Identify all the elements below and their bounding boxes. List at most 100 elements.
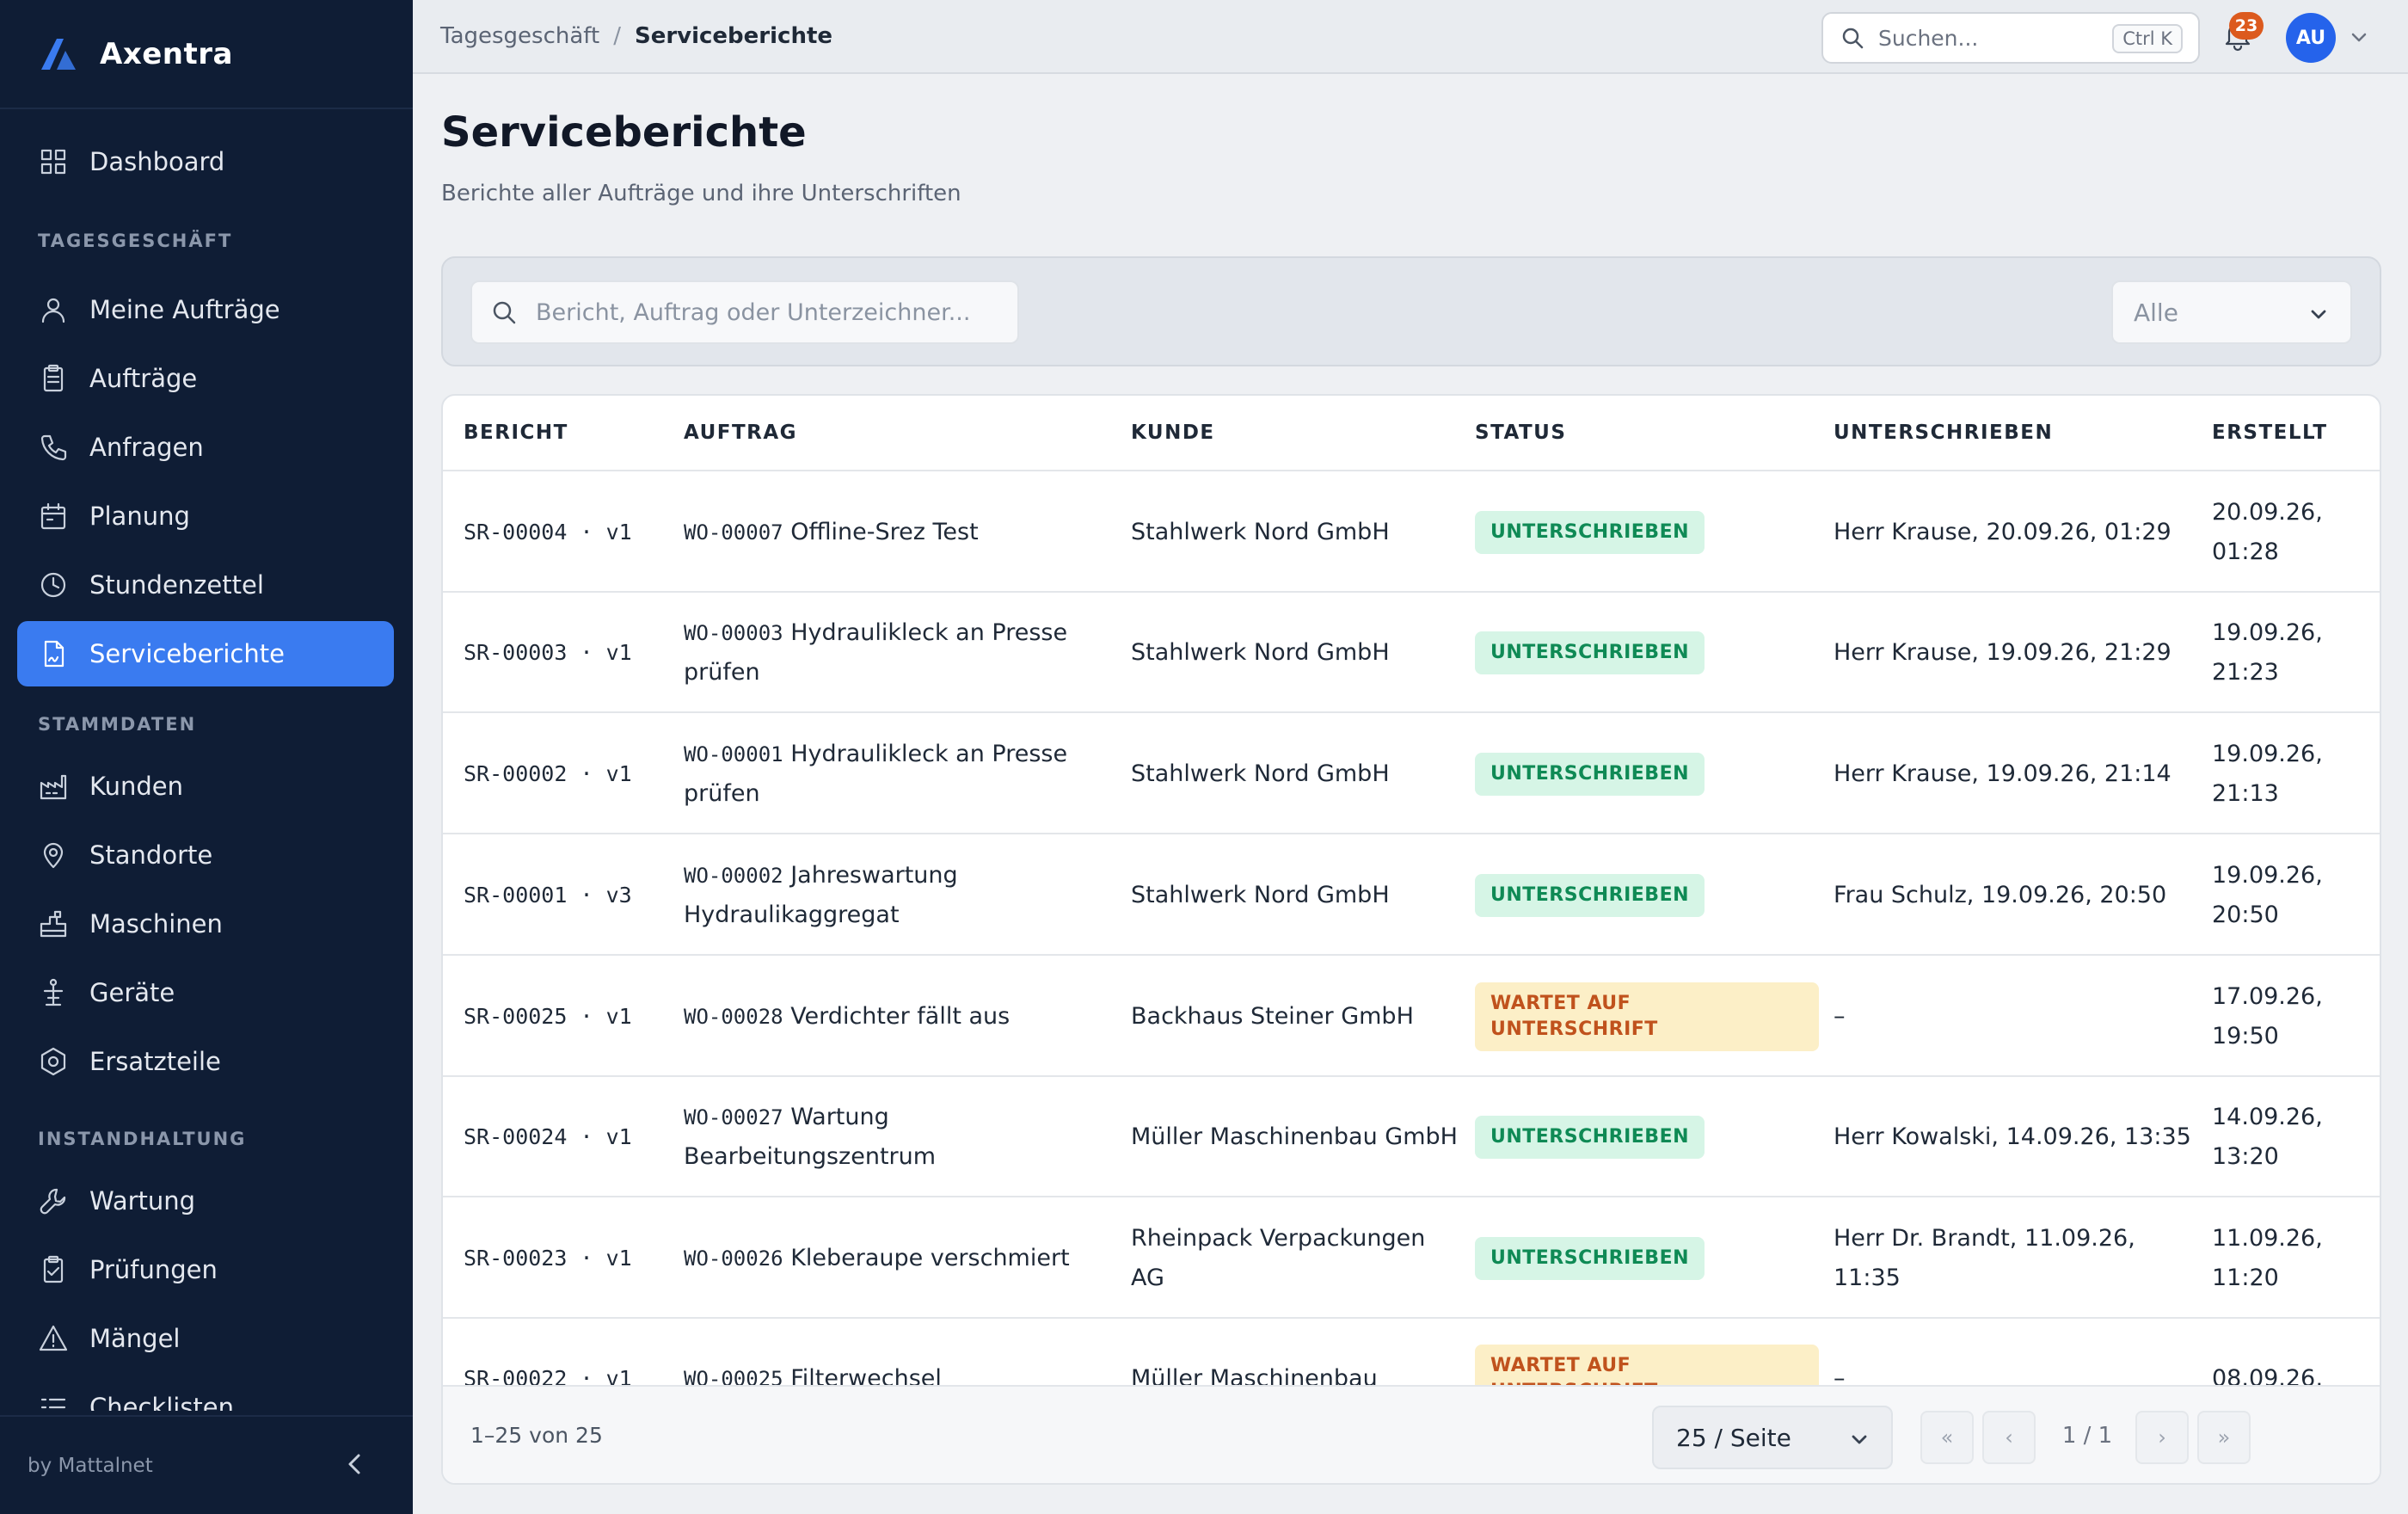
table-row[interactable]: SR-00025 · v1 WO-00028 Verdichter fällt a… — [443, 956, 2380, 1077]
created-at: 20.09.26, 01:28 — [2212, 498, 2323, 565]
sidebar: Axentra Dashboard TAGESGESCHÄFT Meine Auft… — [0, 0, 413, 1514]
order-title: Offline-Srez Test — [790, 518, 979, 545]
status-filter-select[interactable]: Alle — [2111, 280, 2352, 344]
sidebar-item-label: Ersatzteile — [89, 1047, 221, 1076]
order-cell[interactable]: WO-00002 Jahreswartung Hydraulikaggregat — [684, 862, 958, 928]
signed-by: Herr Krause, 19.09.26, 21:29 — [1834, 638, 2172, 666]
signed-by: – — [1834, 1002, 1846, 1030]
report-id[interactable]: SR-00023 · v1 — [464, 1246, 632, 1271]
column-header-order[interactable]: AUFTRAG — [684, 422, 797, 444]
page-size-select[interactable]: 25 / Seite — [1652, 1406, 1893, 1469]
sidebar-item-aufträge[interactable]: Aufträge — [17, 346, 394, 411]
breadcrumb-parent[interactable]: Tagesgeschäft — [440, 23, 599, 49]
report-id[interactable]: SR-00003 · v1 — [464, 640, 632, 665]
sidebar-item-stundenzettel[interactable]: Stundenzettel — [17, 552, 394, 618]
column-header-status[interactable]: STATUS — [1475, 422, 1566, 444]
sidebar-item-kunden[interactable]: Kunden — [17, 754, 394, 819]
report-id[interactable]: SR-00025 · v1 — [464, 1004, 632, 1029]
sidebar-item-checklisten[interactable]: Checklisten — [17, 1375, 394, 1411]
prev-page-button[interactable]: ‹ — [1982, 1411, 2036, 1464]
hex-bolt-icon — [38, 1046, 69, 1077]
sidebar-section-heading: TAGESGESCHÄFT — [38, 231, 233, 251]
table-cell: WO-00027 Wartung Bearbeitungszentrum — [684, 1076, 1114, 1197]
report-id[interactable]: SR-00001 · v3 — [464, 883, 632, 908]
table-cell: SR-00004 · v1 — [464, 471, 670, 593]
avatar[interactable]: AU — [2286, 13, 2336, 63]
report-id[interactable]: SR-00024 · v1 — [464, 1124, 632, 1149]
order-cell[interactable]: WO-00028 Verdichter fällt aus — [684, 1003, 1010, 1030]
global-search-input[interactable]: Suchen... Ctrl K — [1821, 12, 2200, 64]
report-id[interactable]: SR-00002 · v1 — [464, 761, 632, 786]
signed-by: Herr Krause, 20.09.26, 01:29 — [1834, 518, 2172, 545]
status-badge: WARTET AUF UNTERSCHRIFT — [1475, 1344, 1819, 1388]
sidebar-item-anfragen[interactable]: Anfragen — [17, 415, 394, 480]
table-cell: Herr Krause, 19.09.26, 21:14 — [1834, 713, 2195, 834]
order-id: WO-00026 — [684, 1246, 783, 1271]
table-cell: UNTERSCHRIEBEN — [1475, 713, 1819, 834]
page-title: Serviceberichte — [441, 108, 807, 157]
sidebar-item-serviceberichte[interactable]: Serviceberichte — [17, 621, 394, 686]
created-at: 17.09.26, 19:50 — [2212, 982, 2323, 1049]
app-name: Axentra — [100, 36, 233, 71]
clipboard-check-icon — [38, 1254, 69, 1285]
table-row[interactable]: SR-00023 · v1 WO-00026 Kleberaupe verschm… — [443, 1197, 2380, 1319]
report-id[interactable]: SR-00004 · v1 — [464, 520, 632, 545]
report-search-input[interactable]: Bericht, Auftrag oder Unterzeichner... — [470, 280, 1019, 344]
table-cell: 19.09.26, 21:23 — [2212, 592, 2367, 713]
table-cell: 19.09.26, 20:50 — [2212, 834, 2367, 956]
user-menu-toggle[interactable] — [2348, 26, 2370, 52]
table-row[interactable]: SR-00002 · v1 WO-00001 Hydraulikleck an P… — [443, 713, 2380, 834]
sidebar-item-dashboard[interactable]: Dashboard — [17, 129, 394, 194]
collapse-sidebar-button[interactable] — [342, 1451, 368, 1480]
report-icon — [38, 638, 69, 669]
sidebar-item-prüfungen[interactable]: Prüfungen — [17, 1237, 394, 1302]
table-cell: SR-00024 · v1 — [464, 1076, 670, 1197]
sidebar-item-meine-aufträge[interactable]: Meine Aufträge — [17, 277, 394, 342]
status-badge: UNTERSCHRIEBEN — [1475, 873, 1705, 917]
last-page-button[interactable]: » — [2197, 1411, 2251, 1464]
table-cell: 11.09.26, 11:20 — [2212, 1197, 2367, 1319]
first-page-button[interactable]: « — [1920, 1411, 1974, 1464]
sidebar-section-heading: INSTANDHALTUNG — [38, 1129, 247, 1149]
next-page-button[interactable]: › — [2135, 1411, 2189, 1464]
sidebar-item-maschinen[interactable]: Maschinen — [17, 891, 394, 957]
table-row[interactable]: SR-00001 · v3 WO-00002 Jahreswartung Hydr… — [443, 834, 2380, 956]
column-header-signed[interactable]: UNTERSCHRIEBEN — [1834, 422, 2053, 444]
reports-table: BERICHT AUFTRAG KUNDE STATUS UNTERSCHRIE… — [441, 394, 2381, 1485]
sidebar-item-geräte[interactable]: Geräte — [17, 960, 394, 1025]
table-cell: WO-00028 Verdichter fällt aus — [684, 956, 1114, 1077]
table-cell: Backhaus Steiner GmbH — [1131, 956, 1458, 1077]
order-id: WO-00007 — [684, 520, 783, 545]
table-row[interactable]: SR-00024 · v1 WO-00027 Wartung Bearbeitun… — [443, 1076, 2380, 1197]
column-header-report[interactable]: BERICHT — [464, 422, 568, 444]
sidebar-item-standorte[interactable]: Standorte — [17, 822, 394, 888]
sidebar-item-planung[interactable]: Planung — [17, 483, 394, 549]
sidebar-item-label: Aufträge — [89, 364, 198, 393]
order-cell[interactable]: WO-00001 Hydraulikleck an Presse prüfen — [684, 741, 1067, 807]
customer-name: Müller Maschinenbau GmbH — [1131, 1123, 1458, 1150]
sidebar-item-ersatzteile[interactable]: Ersatzteile — [17, 1029, 394, 1094]
status-badge: UNTERSCHRIEBEN — [1475, 752, 1705, 796]
table-row[interactable]: SR-00022 · v1 WO-00025 Filterwechsel Mülle… — [443, 1318, 2380, 1388]
created-at: 14.09.26, 13:20 — [2212, 1103, 2323, 1170]
table-row[interactable]: SR-00004 · v1 WO-00007 Offline-Srez Test S… — [443, 471, 2380, 593]
table-cell: WO-00026 Kleberaupe verschmiert — [684, 1197, 1114, 1319]
clipboard-icon — [38, 363, 69, 394]
table-cell: UNTERSCHRIEBEN — [1475, 834, 1819, 956]
customer-name: Backhaus Steiner GmbH — [1131, 1002, 1414, 1030]
table-cell: WO-00001 Hydraulikleck an Presse prüfen — [684, 713, 1114, 834]
table-header: BERICHT AUFTRAG KUNDE STATUS UNTERSCHRIE… — [443, 396, 2380, 471]
brand[interactable]: Axentra — [0, 0, 413, 109]
order-cell[interactable]: WO-00027 Wartung Bearbeitungszentrum — [684, 1104, 936, 1170]
order-cell[interactable]: WO-00026 Kleberaupe verschmiert — [684, 1245, 1070, 1271]
warning-icon — [38, 1323, 69, 1354]
column-header-created[interactable]: ERSTELLT — [2212, 422, 2328, 444]
order-cell[interactable]: WO-00007 Offline-Srez Test — [684, 519, 979, 545]
sidebar-item-wartung[interactable]: Wartung — [17, 1168, 394, 1234]
column-header-customer[interactable]: KUNDE — [1131, 422, 1215, 444]
order-cell[interactable]: WO-00003 Hydraulikleck an Presse prüfen — [684, 619, 1067, 686]
global-search-placeholder: Suchen... — [1878, 25, 1979, 51]
table-row[interactable]: SR-00003 · v1 WO-00003 Hydraulikleck an P… — [443, 592, 2380, 713]
sidebar-item-mängel[interactable]: Mängel — [17, 1306, 394, 1371]
sidebar-item-label: Anfragen — [89, 433, 204, 462]
